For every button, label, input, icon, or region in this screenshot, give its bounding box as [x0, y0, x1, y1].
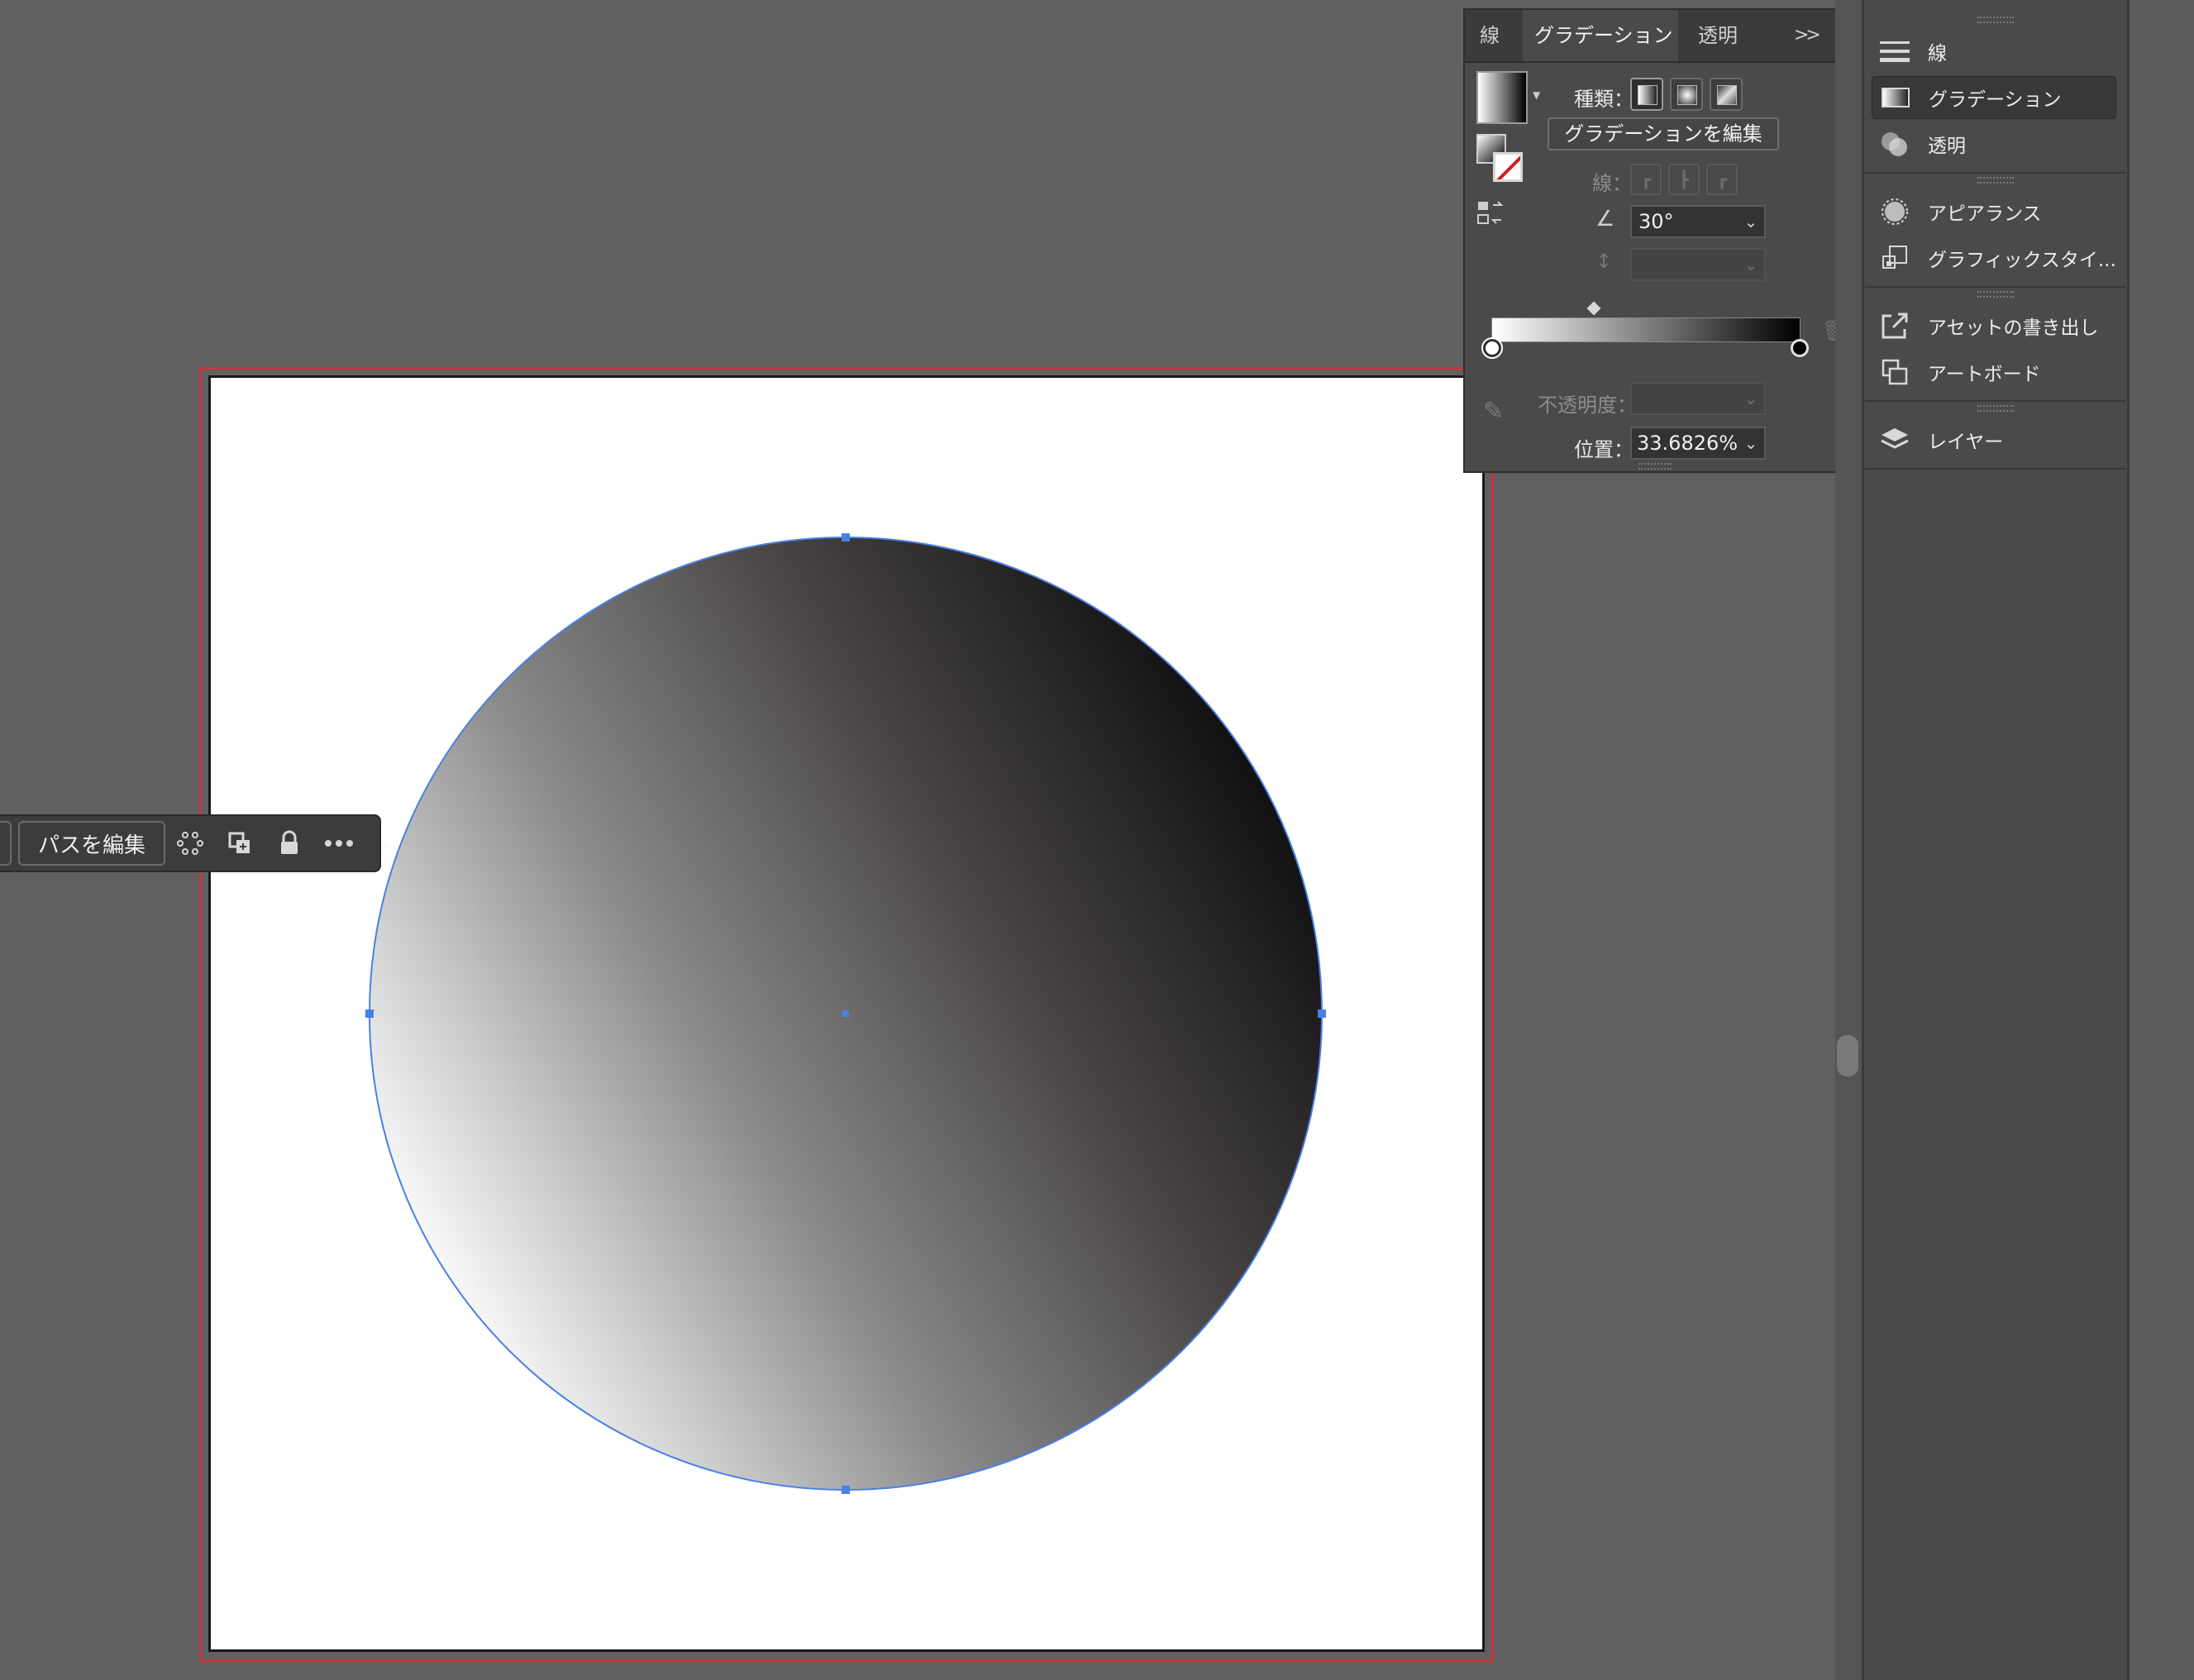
gradient-swatch-dropdown-icon[interactable]: ▼ [1533, 89, 1540, 101]
dock-item-label: グラデーション [1929, 89, 2062, 111]
radial-gradient-icon [1677, 85, 1697, 105]
dock-item-graphic-styles[interactable]: グラフィックスタイ... [1872, 236, 2116, 279]
opacity-dropdown-icon[interactable]: ⌄ [1738, 384, 1764, 413]
location-value[interactable]: 33.6826% [1637, 428, 1738, 458]
dock-item-label: 線 [1928, 43, 1947, 64]
location-label: 位置： [1574, 438, 1634, 461]
radial-gradient-button[interactable] [1670, 78, 1703, 111]
stroke-lines-icon [1878, 35, 1911, 68]
dock-group-grip[interactable] [1977, 177, 2014, 184]
dock-item-label: レイヤー [1928, 432, 2004, 453]
type-label: 種類： [1574, 88, 1634, 111]
gradient-slider[interactable] [1491, 317, 1801, 342]
panel-resize-grip[interactable] [1638, 463, 1672, 470]
aspect-ratio-field[interactable]: ⌄ [1630, 248, 1766, 281]
stroke-within-icon[interactable]: ┏ [1630, 164, 1662, 195]
dock-group-grip[interactable] [1977, 17, 2014, 23]
edit-path-button[interactable]: パスを編集 [18, 821, 166, 866]
tab-gradient[interactable]: グラデーション [1523, 10, 1678, 61]
aspect-ratio-dropdown-icon[interactable]: ⌄ [1738, 250, 1764, 279]
color-stop-white[interactable] [1481, 337, 1503, 359]
artboards-icon [1878, 356, 1911, 389]
dock-item-artboards[interactable]: アートボード [1872, 351, 2116, 394]
transparency-icon [1878, 127, 1911, 160]
angle-icon: ∠ [1595, 207, 1615, 231]
dock-item-asset-export[interactable]: アセットの書き出し [1872, 304, 2116, 347]
more-options-icon[interactable] [314, 821, 364, 866]
appearance-icon [1878, 195, 1911, 228]
reverse-gradient-icon[interactable] [1476, 198, 1506, 228]
dock-item-label: アピアランス [1928, 203, 2042, 225]
eyedropper-icon[interactable]: ✎ [1483, 397, 1504, 426]
dock-item-transparency[interactable]: 透明 [1872, 122, 2116, 165]
linear-gradient-button[interactable] [1630, 78, 1663, 111]
dock-item-label: グラフィックスタイ... [1928, 250, 2116, 271]
edit-gradient-button[interactable]: グラデーションを編集 [1548, 117, 1779, 150]
location-dropdown-icon[interactable]: ⌄ [1738, 428, 1764, 458]
anchor-point-bottom[interactable] [842, 1486, 850, 1494]
opacity-field[interactable]: ⌄ [1630, 382, 1766, 415]
dock-separator [1865, 468, 2126, 470]
dock-item-gradient[interactable]: グラデーション [1872, 76, 2116, 119]
dock-item-label: アセットの書き出し [1928, 317, 2099, 339]
vertical-scrollbar[interactable] [1835, 0, 1862, 1680]
angle-dropdown-icon[interactable]: ⌄ [1738, 207, 1764, 236]
tab-overflow-icon[interactable]: >> [1794, 10, 1821, 61]
gradient-panel: 線 グラデーション 透明 >> ≡ ▼ 種類： グラデーションを編集 線： ┏ … [1463, 8, 1862, 473]
anchor-points-icon[interactable] [165, 821, 215, 866]
gradient-midpoint-handle[interactable] [1586, 301, 1601, 316]
dock-item-stroke[interactable]: 線 [1872, 30, 2116, 73]
asset-export-icon [1878, 309, 1911, 342]
gradient-icon [1879, 81, 1912, 114]
contextual-taskbar: パスを編集 [0, 814, 381, 872]
anchor-point-top[interactable] [842, 533, 850, 542]
dock-separator [1865, 172, 2126, 174]
anchor-point-right[interactable] [1318, 1009, 1326, 1018]
opacity-label: 不透明度： [1538, 394, 1637, 417]
layers-icon [1878, 423, 1911, 456]
aspect-ratio-icon: ↕ [1595, 250, 1613, 273]
freeform-gradient-button[interactable] [1710, 78, 1743, 111]
stroke-along-icon[interactable]: ┣ [1668, 164, 1700, 195]
stroke-across-icon[interactable]: ┏ [1706, 164, 1738, 195]
tab-stroke[interactable]: 線 [1480, 10, 1500, 61]
dock-item-label: 透明 [1928, 136, 1966, 157]
linear-gradient-icon [1638, 85, 1657, 105]
tab-transparency[interactable]: 透明 [1698, 10, 1738, 61]
dock-item-label: アートボード [1928, 364, 2041, 385]
anchor-point-left[interactable] [365, 1009, 374, 1018]
dock-separator [1865, 286, 2126, 288]
dock-group-grip[interactable] [1977, 405, 2014, 412]
stroke-none-swatch[interactable] [1493, 152, 1523, 182]
panel-tab-bar: 線 グラデーション 透明 >> ≡ [1465, 10, 1860, 63]
center-point[interactable] [842, 1010, 849, 1017]
location-field[interactable]: 33.6826% ⌄ [1630, 427, 1766, 460]
angle-field[interactable]: 30° ⌄ [1630, 205, 1766, 238]
angle-value[interactable]: 30° [1638, 207, 1674, 236]
stroke-label: 線： [1592, 172, 1632, 195]
dock-item-appearance[interactable]: アピアランス [1872, 190, 2116, 233]
lock-icon[interactable] [265, 821, 314, 866]
scrollbar-thumb[interactable] [1837, 1035, 1858, 1076]
graphic-styles-icon [1878, 241, 1911, 274]
gradient-swatch[interactable] [1476, 71, 1528, 124]
freeform-gradient-icon [1717, 85, 1737, 105]
dock-item-layers[interactable]: レイヤー [1872, 418, 2116, 461]
dock-separator [1865, 400, 2126, 402]
duplicate-icon[interactable] [215, 821, 265, 866]
taskbar-prev-button[interactable] [0, 821, 12, 866]
color-stop-black[interactable] [1791, 339, 1809, 357]
dock-group-grip[interactable] [1977, 291, 2014, 298]
